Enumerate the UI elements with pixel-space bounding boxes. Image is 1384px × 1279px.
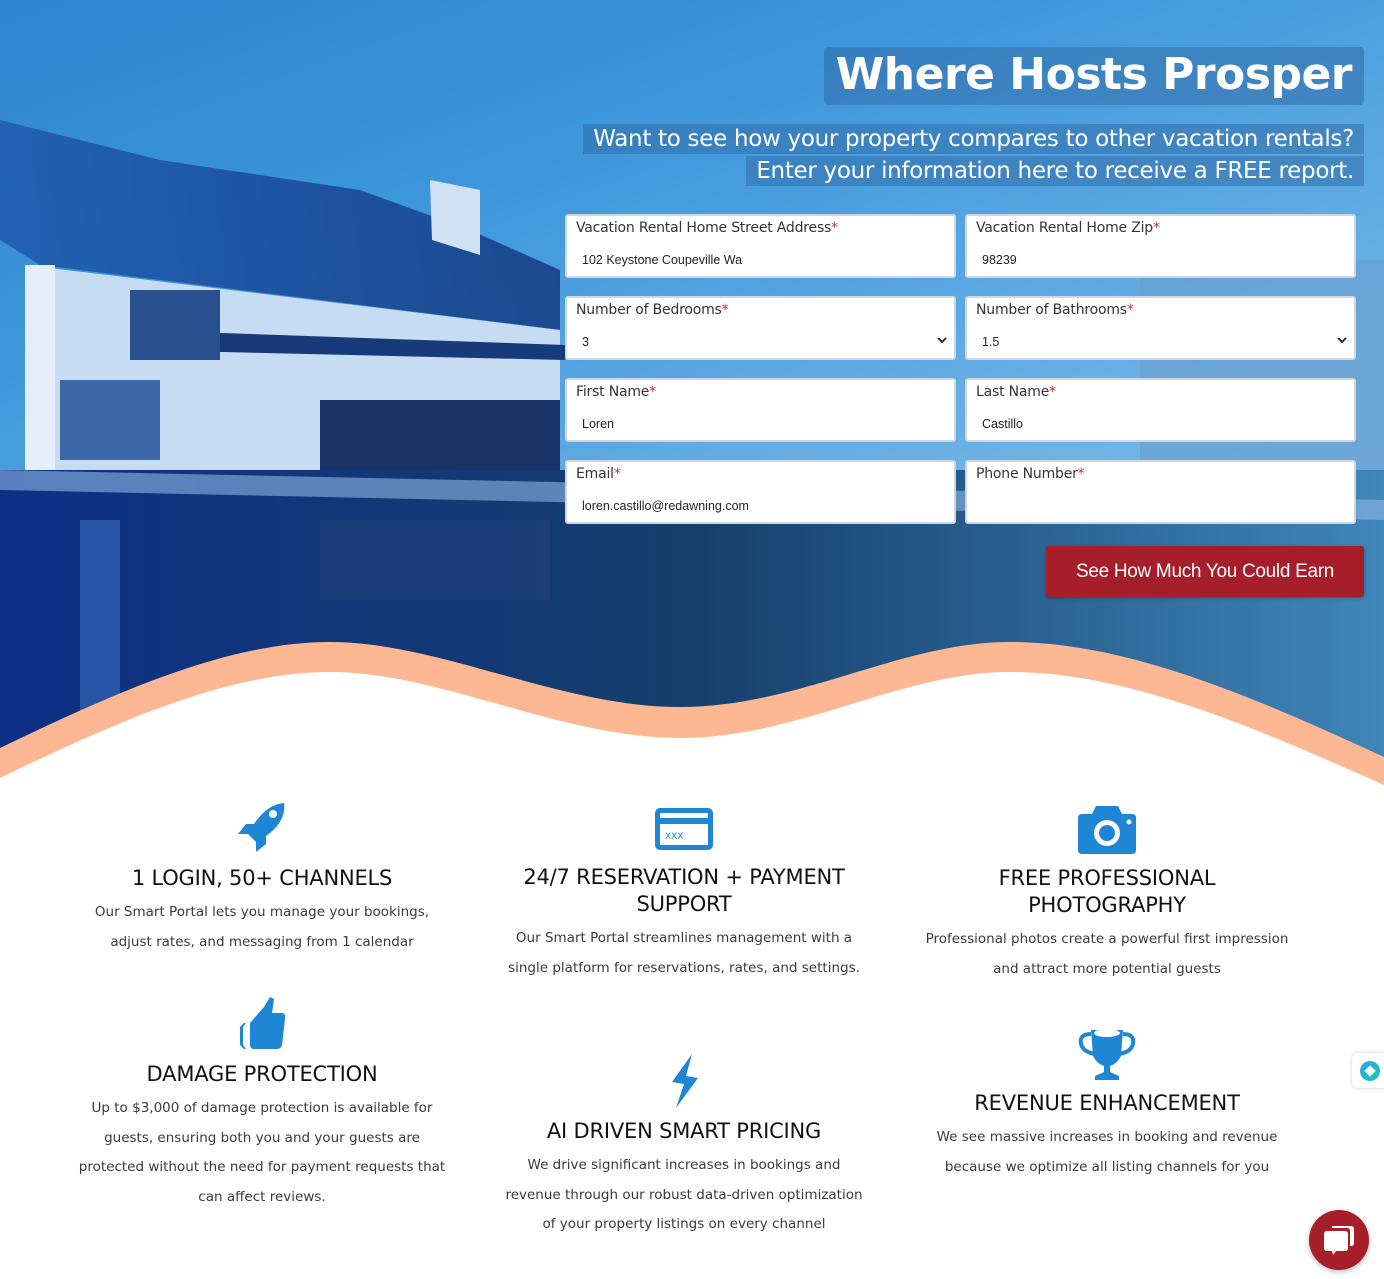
assistant-side-widget[interactable] [1352, 1053, 1384, 1088]
see-earnings-button[interactable]: See How Much You Could Earn [1046, 546, 1364, 597]
feature-description: We drive significant increases in bookin… [505, 1157, 863, 1232]
feature-description: Up to $3,000 of damage protection is ava… [78, 1100, 446, 1205]
camera-icon [1078, 806, 1136, 854]
first-name-field: First Name* [565, 378, 956, 442]
feature-title: REVENUE ENHANCEMENT [974, 1091, 1240, 1115]
field-label: Number of Bedrooms* [576, 302, 729, 318]
feature-damage-protection: DAMAGE PROTECTION Up to $3,000 of damage… [72, 995, 452, 1212]
required-marker: * [613, 466, 621, 482]
feature-channels: 1 LOGIN, 50+ CHANNELS Our Smart Portal l… [72, 800, 452, 957]
zip-field: Vacation Rental Home Zip* [965, 214, 1356, 278]
chat-bubbles-icon [1324, 1226, 1354, 1255]
last-name-input[interactable] [969, 410, 1352, 438]
required-marker: * [1126, 302, 1134, 318]
hero-section: Where Hosts Prosper Want to see how your… [0, 0, 1384, 800]
svg-text:XXX: XXX [665, 832, 684, 842]
email-field: Email* [565, 460, 956, 524]
required-marker: * [649, 384, 657, 400]
rocket-icon [238, 803, 285, 852]
lightning-bolt-icon [672, 1054, 698, 1108]
field-label: Phone Number* [976, 466, 1085, 482]
bathrooms-field: Number of Bathrooms* 1.5 [965, 296, 1356, 360]
feature-title: 24/7 RESERVATION + PAYMENT SUPPORT [523, 865, 845, 916]
field-label: Number of Bathrooms* [976, 302, 1134, 318]
zip-input[interactable] [969, 246, 1352, 274]
feature-description: Our Smart Portal streamlines management … [508, 930, 860, 976]
field-label: First Name* [576, 384, 657, 400]
street-address-input[interactable] [569, 246, 952, 274]
subheadline-line: Enter your information here to receive a… [746, 156, 1364, 186]
field-label: Vacation Rental Home Street Address* [576, 220, 838, 236]
required-marker: * [1049, 384, 1056, 400]
trophy-icon [1078, 1029, 1136, 1080]
field-label: Last Name* [976, 384, 1056, 400]
phone-input[interactable] [969, 492, 1352, 520]
subheadline-container: Want to see how your property compares t… [583, 124, 1364, 188]
field-label: Vacation Rental Home Zip* [976, 220, 1160, 236]
field-label: Email* [576, 466, 621, 482]
bedrooms-field: Number of Bedrooms* 3 [565, 296, 956, 360]
bedrooms-select[interactable]: 3 [569, 328, 952, 356]
email-input[interactable] [569, 492, 952, 520]
feature-description: We see massive increases in booking and … [936, 1129, 1278, 1175]
feature-support: XXX 24/7 RESERVATION + PAYMENT SUPPORT O… [494, 800, 874, 983]
chat-launcher-button[interactable] [1309, 1210, 1369, 1270]
feature-title: 1 LOGIN, 50+ CHANNELS [131, 866, 393, 890]
thumbs-up-icon [240, 997, 286, 1049]
bathrooms-select[interactable]: 1.5 [969, 328, 1352, 356]
phone-field: Phone Number* [965, 460, 1356, 524]
last-name-field: Last Name* [965, 378, 1356, 442]
required-marker: * [721, 302, 729, 318]
required-marker: * [1077, 466, 1085, 482]
headline-container: Where Hosts Prosper [823, 47, 1364, 105]
first-name-input[interactable] [569, 410, 952, 438]
feature-revenue: REVENUE ENHANCEMENT We see massive incre… [917, 1022, 1297, 1182]
feature-photography: FREE PROFESSIONAL PHOTOGRAPHY Profession… [917, 800, 1297, 984]
street-address-field: Vacation Rental Home Street Address* [565, 214, 956, 278]
required-marker: * [1152, 220, 1160, 236]
feature-title: DAMAGE PROTECTION [146, 1062, 378, 1086]
subheadline-line: Want to see how your property compares t… [583, 124, 1364, 154]
feature-title: AI DRIVEN SMART PRICING [546, 1119, 822, 1143]
required-marker: * [831, 220, 838, 236]
feature-smart-pricing: AI DRIVEN SMART PRICING We drive signifi… [494, 1052, 874, 1240]
feature-title: FREE PROFESSIONAL PHOTOGRAPHY [998, 866, 1216, 917]
credit-card-icon: XXX [655, 808, 713, 850]
feature-description: Our Smart Portal lets you manage your bo… [94, 904, 430, 950]
feature-description: Professional photos create a powerful fi… [925, 931, 1289, 977]
assistant-orb-icon [1360, 1061, 1380, 1081]
page-headline: Where Hosts Prosper [823, 47, 1364, 105]
